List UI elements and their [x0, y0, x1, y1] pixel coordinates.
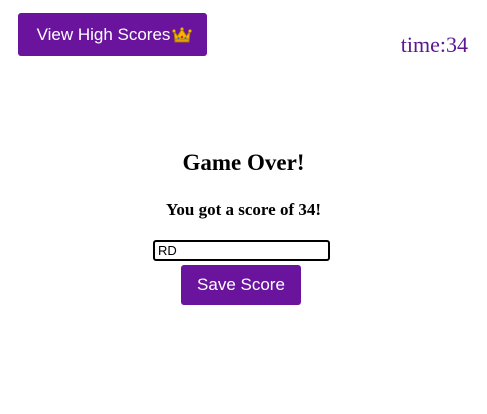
- final-score-message: You got a score of 34!: [165, 200, 322, 219]
- save-score-button[interactable]: Save Score: [181, 265, 301, 305]
- initials-input[interactable]: [153, 240, 330, 261]
- view-high-scores-label: View High Scores: [36, 24, 171, 44]
- crown-icon: [172, 26, 193, 44]
- timer-display: time:34: [400, 32, 468, 57]
- view-high-scores-button[interactable]: View High Scores: [18, 13, 207, 56]
- game-over-heading: Game Over!: [182, 150, 305, 175]
